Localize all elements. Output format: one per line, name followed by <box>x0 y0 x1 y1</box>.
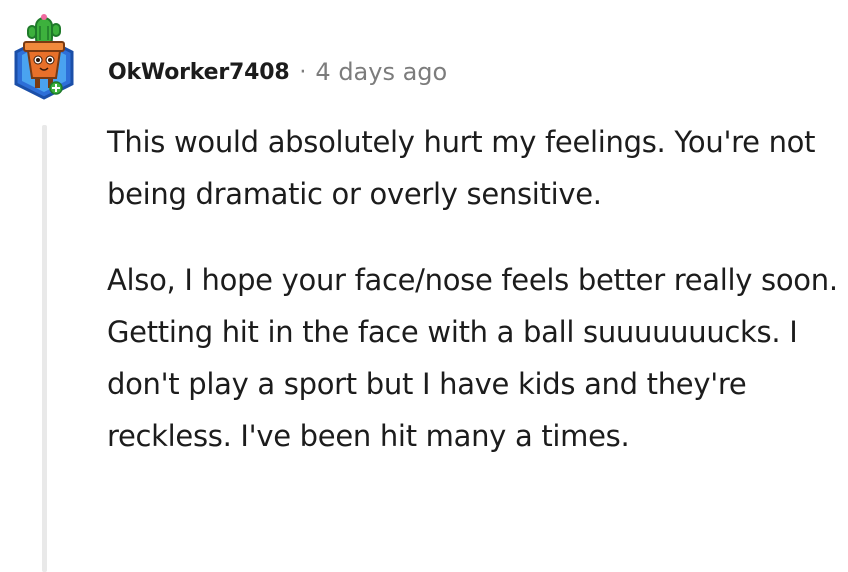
comment-meta: OkWorker7408 · 4 days ago <box>108 55 447 89</box>
comment-timestamp[interactable]: 4 days ago <box>315 58 447 86</box>
user-avatar-icon[interactable] <box>10 12 78 104</box>
comment-body: This would absolutely hurt my feelings. … <box>107 116 842 462</box>
thread-collapse-line[interactable] <box>42 125 47 572</box>
comment-paragraph: Also, I hope your face/nose feels better… <box>107 263 838 453</box>
meta-separator: · <box>299 59 307 85</box>
author-username[interactable]: OkWorker7408 <box>108 60 290 85</box>
comment-paragraph: This would absolutely hurt my feelings. … <box>107 125 816 211</box>
comment: OkWorker7408 · 4 days ago This would abs… <box>0 0 848 572</box>
